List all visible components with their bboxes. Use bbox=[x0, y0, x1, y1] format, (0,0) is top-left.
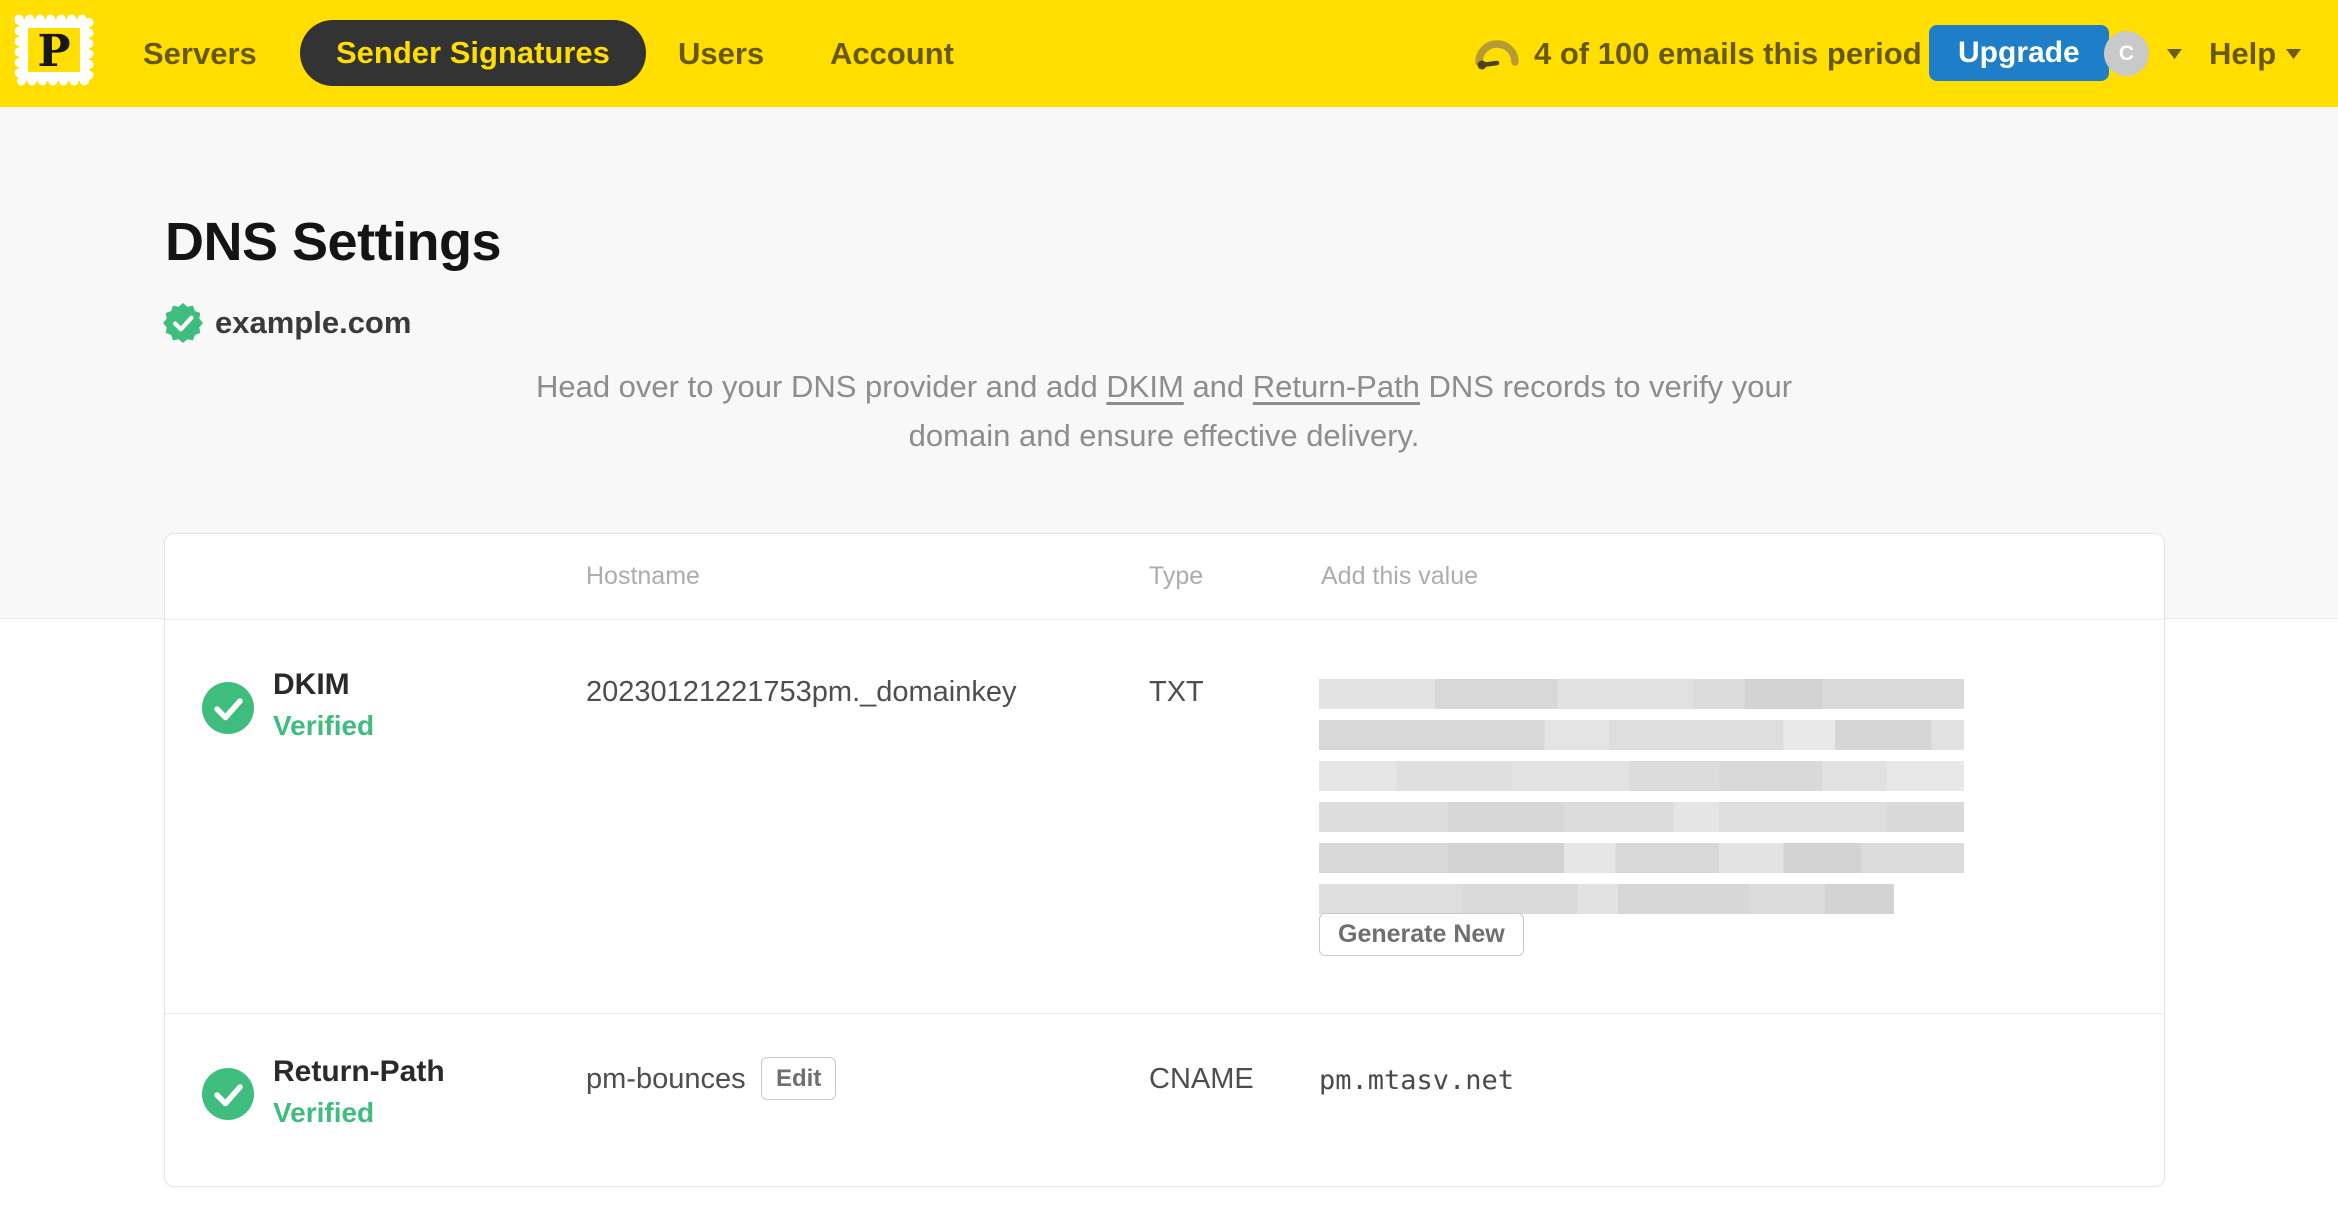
nav-item-account[interactable]: Account bbox=[830, 0, 954, 107]
column-header-hostname: Hostname bbox=[586, 562, 700, 590]
record-name: Return-Path bbox=[273, 1055, 445, 1088]
table-header-row: Hostname Type Add this value bbox=[165, 534, 2164, 620]
top-nav: P Servers Sender Signatures Users Accoun… bbox=[0, 0, 2338, 107]
redacted-value-line bbox=[1319, 761, 1964, 791]
page-title: DNS Settings bbox=[165, 212, 502, 272]
usage-text: 4 of 100 emails this period bbox=[1534, 35, 1922, 71]
status-badge: Verified bbox=[273, 1097, 375, 1128]
table-row-return-path: Return-Path Verified pm-bounces Edit CNA… bbox=[165, 1014, 2164, 1186]
redacted-dkim-value bbox=[1319, 679, 1964, 925]
record-hostname: 20230121221753pm._domainkey bbox=[586, 676, 1017, 708]
redacted-value-line bbox=[1319, 843, 1964, 873]
avatar[interactable]: C bbox=[2104, 31, 2149, 76]
upgrade-button[interactable]: Upgrade bbox=[1929, 25, 2109, 81]
verified-domain: example.com bbox=[163, 303, 411, 343]
help-label: Help bbox=[2209, 35, 2277, 71]
status-badge: Verified bbox=[273, 710, 375, 741]
account-menu[interactable]: C bbox=[2104, 0, 2182, 107]
gauge-icon bbox=[1475, 39, 1519, 69]
redacted-value-line bbox=[1319, 884, 1894, 914]
record-type: TXT bbox=[1149, 676, 1204, 708]
check-circle-icon bbox=[202, 1068, 254, 1120]
usage-meter: 4 of 100 emails this period bbox=[1474, 0, 1922, 107]
redacted-value-line bbox=[1319, 679, 1964, 709]
main-content: DNS Settings example.com Head over to yo… bbox=[0, 0, 2338, 1222]
verified-seal-icon bbox=[163, 303, 203, 343]
record-type: CNAME bbox=[1149, 1063, 1254, 1095]
svg-text:P: P bbox=[37, 26, 70, 77]
dkim-link[interactable]: DKIM bbox=[1106, 369, 1184, 404]
page-description: Head over to your DNS provider and add D… bbox=[534, 362, 1794, 460]
description-text: and bbox=[1183, 369, 1253, 404]
postmark-stamp-icon: P bbox=[14, 14, 94, 86]
nav-item-servers[interactable]: Servers bbox=[143, 0, 257, 107]
record-hostname: pm-bounces bbox=[586, 1063, 746, 1095]
column-header-type: Type bbox=[1149, 562, 1204, 590]
record-value: pm.mtasv.net bbox=[1319, 1065, 1515, 1096]
caret-down-icon bbox=[2167, 48, 2182, 59]
nav-item-users[interactable]: Users bbox=[678, 0, 764, 107]
column-header-value: Add this value bbox=[1321, 562, 1479, 590]
return-path-link[interactable]: Return-Path bbox=[1253, 369, 1420, 404]
redacted-value-line bbox=[1319, 720, 1964, 750]
caret-down-icon bbox=[2286, 48, 2302, 59]
table-row-dkim: DKIM Verified 20230121221753pm._domainke… bbox=[165, 619, 2164, 1014]
record-name: DKIM bbox=[273, 668, 350, 701]
domain-name: example.com bbox=[215, 305, 412, 340]
generate-new-button[interactable]: Generate New bbox=[1319, 913, 1524, 956]
edit-hostname-button[interactable]: Edit bbox=[761, 1057, 837, 1100]
dns-records-table: Hostname Type Add this value DKIM Verifi… bbox=[164, 533, 2165, 1187]
redacted-value-line bbox=[1319, 802, 1964, 832]
postmark-logo[interactable]: P bbox=[10, 10, 98, 90]
check-circle-icon bbox=[202, 682, 254, 734]
help-menu[interactable]: Help bbox=[2209, 0, 2302, 107]
screen: P Servers Sender Signatures Users Accoun… bbox=[0, 0, 2338, 1222]
nav-item-sender-signatures[interactable]: Sender Signatures bbox=[300, 20, 646, 86]
description-text: Head over to your DNS provider and add bbox=[535, 369, 1107, 404]
